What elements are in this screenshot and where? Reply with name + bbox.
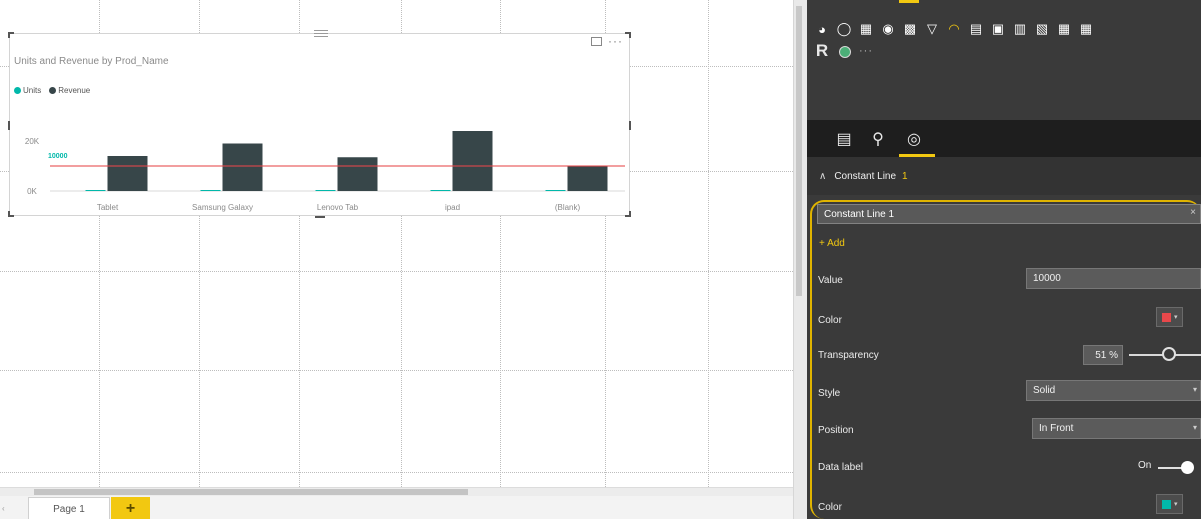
position-dropdown-value: In Front: [1039, 423, 1074, 434]
grid-line: [0, 472, 793, 473]
transparency-value: 51 %: [1095, 349, 1118, 361]
grid-line: [0, 271, 793, 272]
color-swatch: [1162, 312, 1171, 322]
line-color-picker[interactable]: ▾: [1156, 307, 1183, 327]
bar-units: [85, 190, 106, 191]
style-label: Style: [818, 388, 841, 399]
y-tick-label: 0K: [27, 187, 37, 196]
value-input-text: 10000: [1033, 273, 1061, 284]
bar-units: [315, 190, 336, 191]
chevron-down-icon: ▾: [1174, 314, 1178, 321]
vertical-scrollbar[interactable]: [793, 0, 807, 519]
map-icon[interactable]: ◉: [881, 21, 895, 36]
transparency-input[interactable]: 51 %: [1083, 345, 1123, 365]
slicer-icon[interactable]: ▧: [1035, 21, 1049, 36]
section-count-badge: 1: [902, 170, 908, 182]
funnel-icon[interactable]: ▽: [925, 21, 939, 36]
r-visual-icon[interactable]: R: [815, 41, 829, 60]
horizontal-scrollbar[interactable]: [0, 488, 793, 496]
visualizations-pane: ◕ ◯ ▦ ◉ ▩ ▽ ◠ ▤ ▣ ▥ ▧ ▦ ▦ R ··· ▤ ⚲ ◎ ∧ …: [807, 0, 1201, 519]
chevron-up-icon: ∧: [819, 170, 827, 182]
analytics-tab-icon[interactable]: ◎: [903, 128, 925, 150]
visualization-gallery: ◕ ◯ ▦ ◉ ▩ ▽ ◠ ▤ ▣ ▥ ▧ ▦ ▦ R ···: [807, 0, 1201, 120]
page-tab-page-1[interactable]: Page 1: [28, 497, 110, 519]
treemap-icon[interactable]: ▦: [859, 21, 873, 36]
x-tick-label: Lenovo Tab: [317, 203, 359, 212]
chevron-down-icon: ▾: [1192, 423, 1197, 432]
position-label: Position: [818, 425, 854, 436]
chart-plot: 0K 20K Tablet Samsung Galaxy Lenovo Tab ipad (…: [25, 131, 625, 212]
constant-line-name-field[interactable]: Constant Line 1 ×: [817, 204, 1201, 224]
scrollbar-thumb[interactable]: [34, 489, 468, 495]
grid-line: [0, 370, 793, 371]
add-constant-line-button[interactable]: + Add: [819, 238, 845, 249]
page-navigator: ‹ Page 1 +: [0, 487, 793, 519]
gauge-icon[interactable]: ◠: [947, 21, 961, 36]
matrix-icon[interactable]: ▦: [1079, 21, 1093, 36]
table-icon[interactable]: ▦: [1057, 21, 1071, 36]
toggle-knob[interactable]: [1181, 461, 1194, 474]
active-visual-indicator: [899, 0, 919, 3]
filled-map-icon[interactable]: ▩: [903, 21, 917, 36]
label-color-picker[interactable]: ▾: [1156, 494, 1183, 514]
report-canvas[interactable]: ··· Units and Revenue by Prod_Name Units…: [0, 0, 793, 487]
fields-tab-icon[interactable]: ▤: [833, 128, 855, 150]
format-tab-icon[interactable]: ⚲: [867, 128, 889, 150]
data-label-label: Data label: [818, 462, 864, 473]
grid-line: [708, 0, 709, 487]
bar-units: [200, 190, 221, 191]
x-tick-label: ipad: [445, 203, 460, 212]
bar-revenue: [222, 143, 263, 191]
card-icon[interactable]: ▣: [991, 21, 1005, 36]
clustered-column-chart-visual[interactable]: ··· Units and Revenue by Prod_Name Units…: [8, 30, 631, 218]
close-icon[interactable]: ×: [1190, 207, 1196, 218]
x-tick-label: Samsung Galaxy: [192, 203, 253, 212]
more-visuals-icon[interactable]: ···: [859, 44, 873, 58]
label-color-label: Color: [818, 502, 842, 513]
constant-line-section-header[interactable]: ∧ Constant Line 1: [807, 157, 1201, 195]
add-page-button[interactable]: +: [111, 497, 150, 519]
transparency-label: Transparency: [818, 350, 879, 361]
scroll-left-icon[interactable]: ‹: [2, 504, 5, 513]
x-tick-label: Tablet: [97, 203, 119, 212]
data-label-state: On: [1138, 460, 1152, 471]
bar-revenue: [337, 157, 378, 191]
globe-icon[interactable]: [838, 45, 852, 59]
bar-revenue: [567, 166, 608, 191]
transparency-slider-thumb[interactable]: [1162, 347, 1176, 361]
multi-row-card-icon[interactable]: ▤: [969, 21, 983, 36]
line-color-label: Color: [818, 315, 842, 326]
chevron-down-icon: ▾: [1174, 501, 1178, 508]
chevron-down-icon: ▾: [1192, 385, 1197, 394]
constant-line-label: 10000: [48, 153, 68, 160]
position-dropdown[interactable]: In Front ▾: [1032, 418, 1201, 439]
pane-tabbar: ▤ ⚲ ◎: [807, 120, 1201, 157]
style-dropdown-value: Solid: [1033, 385, 1056, 396]
value-input[interactable]: 10000: [1026, 268, 1201, 289]
bar-units: [430, 190, 451, 191]
constant-line-name: Constant Line 1: [824, 208, 895, 220]
donut-chart-icon[interactable]: ◯: [837, 21, 852, 36]
bar-revenue: [452, 131, 493, 191]
section-title: Constant Line: [834, 170, 897, 182]
bar-revenue: [107, 156, 148, 191]
y-tick-label: 20K: [25, 137, 40, 146]
kpi-icon[interactable]: ▥: [1013, 21, 1027, 36]
color-swatch: [1162, 499, 1171, 509]
pie-chart-icon[interactable]: ◕: [815, 22, 829, 37]
scrollbar-thumb[interactable]: [796, 6, 802, 296]
app-root: ··· Units and Revenue by Prod_Name Units…: [0, 0, 1201, 519]
x-tick-label: (Blank): [555, 203, 581, 212]
bar-units: [545, 190, 566, 191]
style-dropdown[interactable]: Solid ▾: [1026, 380, 1201, 401]
value-label: Value: [818, 275, 843, 286]
